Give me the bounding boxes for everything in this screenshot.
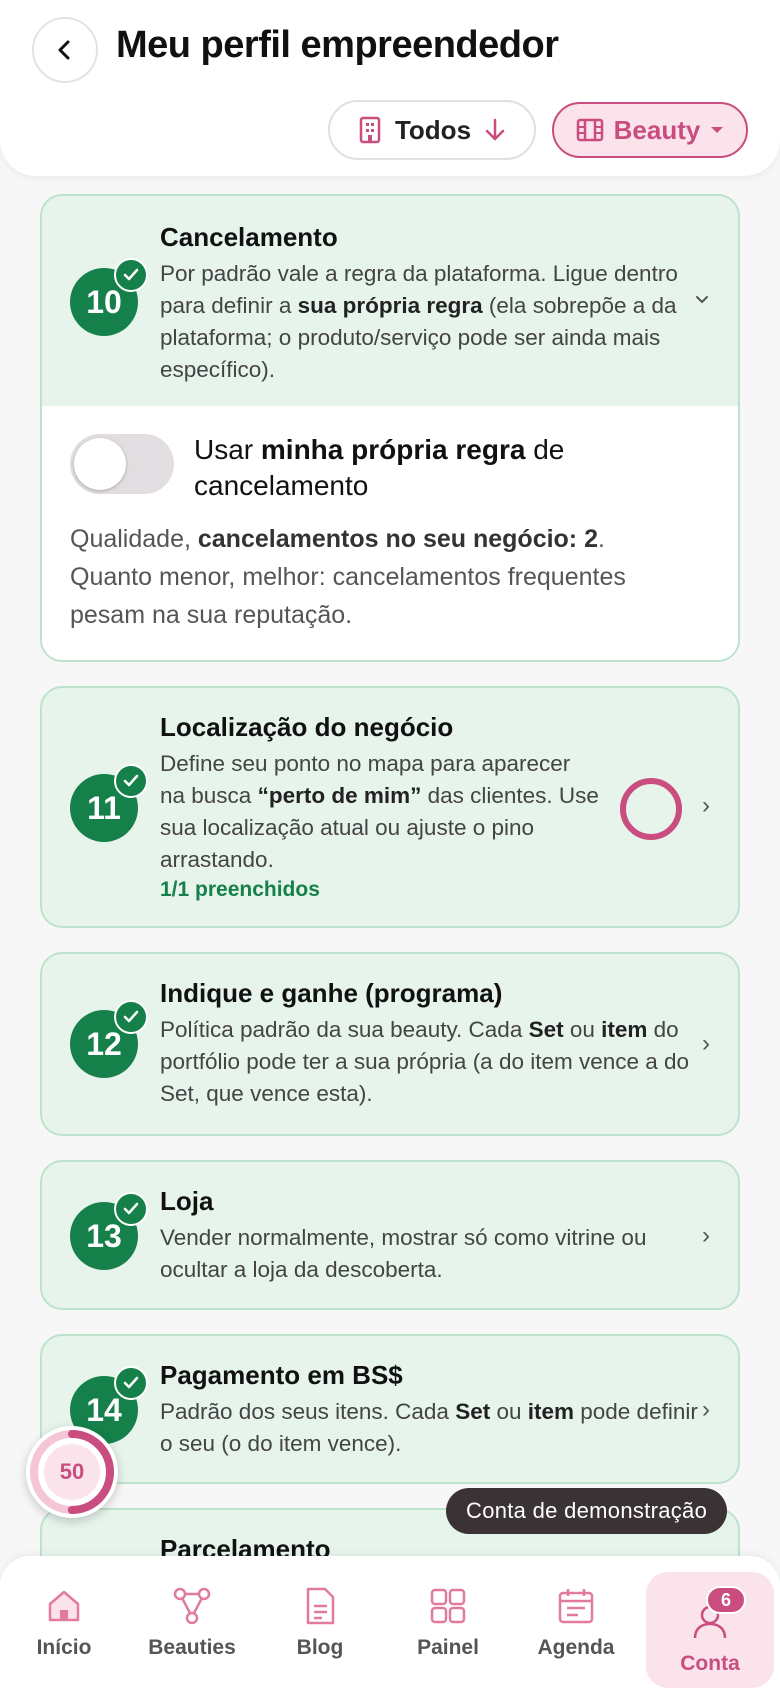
chevron-right-icon: ›	[702, 792, 710, 819]
check-icon	[114, 764, 148, 798]
document-icon	[306, 1587, 335, 1625]
nav-label: Conta	[680, 1652, 740, 1675]
card-localizacao[interactable]: 11 Localização do negócio Define seu pon…	[40, 686, 740, 928]
step-badge: 11	[70, 764, 148, 842]
cancellation-quality-text: Qualidade, cancelamentos no seu negócio:…	[70, 525, 626, 629]
back-button[interactable]	[32, 17, 98, 83]
progress-value: 50	[44, 1444, 100, 1500]
dashboard-icon	[430, 1588, 466, 1624]
card-title: Localização do negócio	[160, 712, 454, 742]
own-rule-toggle[interactable]	[70, 434, 174, 494]
step-badge: 12	[70, 1000, 148, 1078]
nav-label: Painel	[417, 1636, 479, 1659]
nav-item-agenda[interactable]: Agenda	[512, 1556, 640, 1688]
card-title: Cancelamento	[160, 222, 338, 252]
card-cancelamento: 10 Cancelamento Por padrão vale a regra …	[40, 194, 740, 662]
top-header: Meu perfil empreendedor Todos Beauty	[0, 0, 780, 176]
card-pagamento[interactable]: 14 Pagamento em BS$ Padrão dos seus iten…	[40, 1334, 740, 1484]
filter-all-button[interactable]: Todos	[328, 100, 536, 160]
network-icon	[173, 1587, 211, 1625]
check-icon	[114, 1366, 148, 1400]
chevron-left-icon	[58, 40, 70, 60]
store-icon	[576, 118, 603, 142]
card-title: Indique e ganhe (programa)	[160, 978, 503, 1008]
chevron-right-icon: ›	[702, 1030, 710, 1057]
bottom-navigation: Início Beauties Blog Painel Agenda Conta…	[0, 1556, 780, 1688]
profile-progress-button[interactable]: 50	[26, 1426, 118, 1518]
filter-beauty-label: Beauty	[613, 114, 701, 145]
notification-badge: 6	[706, 1586, 746, 1614]
card-description: Vender normalmente, mostrar só como vitr…	[160, 1225, 647, 1282]
own-rule-toggle-label: Usar minha própria regra de cancelamento	[194, 434, 565, 501]
card-description: Define seu ponto no mapa para aparecer n…	[160, 751, 599, 872]
home-icon	[48, 1590, 80, 1622]
nav-label: Beauties	[148, 1636, 236, 1659]
card-loja[interactable]: 13 Loja Vender normalmente, mostrar só c…	[40, 1160, 740, 1310]
card-description: Por padrão vale a regra da plataforma. L…	[160, 261, 678, 382]
card-description: Padrão dos seus itens. Cada Set ou item …	[160, 1399, 698, 1456]
card-header[interactable]: 10 Cancelamento Por padrão vale a regra …	[42, 196, 738, 408]
nav-label: Início	[36, 1636, 92, 1659]
nav-item-painel[interactable]: Painel	[384, 1556, 512, 1688]
card-description: Política padrão da sua beauty. Cada Set …	[160, 1017, 690, 1106]
building-icon	[359, 116, 381, 144]
card-title: Loja	[160, 1186, 214, 1216]
page-title: Meu perfil empreendedor	[116, 24, 559, 66]
nav-label: Agenda	[537, 1636, 615, 1659]
card-title: Pagamento em BS$	[160, 1360, 403, 1390]
card-expanded-body: Usar minha própria regra de cancelamento…	[42, 406, 738, 660]
check-icon	[114, 1192, 148, 1226]
step-badge: 13	[70, 1192, 148, 1270]
calendar-icon	[558, 1589, 594, 1624]
filter-all-label: Todos	[394, 114, 472, 145]
toggle-knob	[74, 438, 126, 490]
chevron-down-icon[interactable]	[694, 284, 710, 312]
arrow-down-icon	[485, 118, 505, 141]
nav-item-blog[interactable]: Blog	[256, 1556, 384, 1688]
caret-down-icon	[711, 127, 724, 133]
check-icon	[114, 258, 148, 292]
check-icon	[114, 1000, 148, 1034]
filled-count: 1/1 preenchidos	[160, 878, 320, 901]
card-indique-ganhe[interactable]: 12 Indique e ganhe (programa) Política p…	[40, 952, 740, 1136]
chevron-right-icon: ›	[702, 1222, 710, 1249]
demo-account-label: Conta de demonstração	[446, 1488, 728, 1534]
step-badge: 10	[70, 258, 148, 336]
chevron-right-icon: ›	[702, 1396, 710, 1423]
nav-item-inicio[interactable]: Início	[0, 1556, 128, 1688]
nav-label: Blog	[296, 1636, 344, 1659]
filter-beauty-button[interactable]: Beauty	[552, 102, 748, 158]
nav-item-conta[interactable]: Conta 6	[646, 1572, 774, 1688]
loading-ring-icon	[620, 778, 682, 840]
nav-item-beauties[interactable]: Beauties	[128, 1556, 256, 1688]
